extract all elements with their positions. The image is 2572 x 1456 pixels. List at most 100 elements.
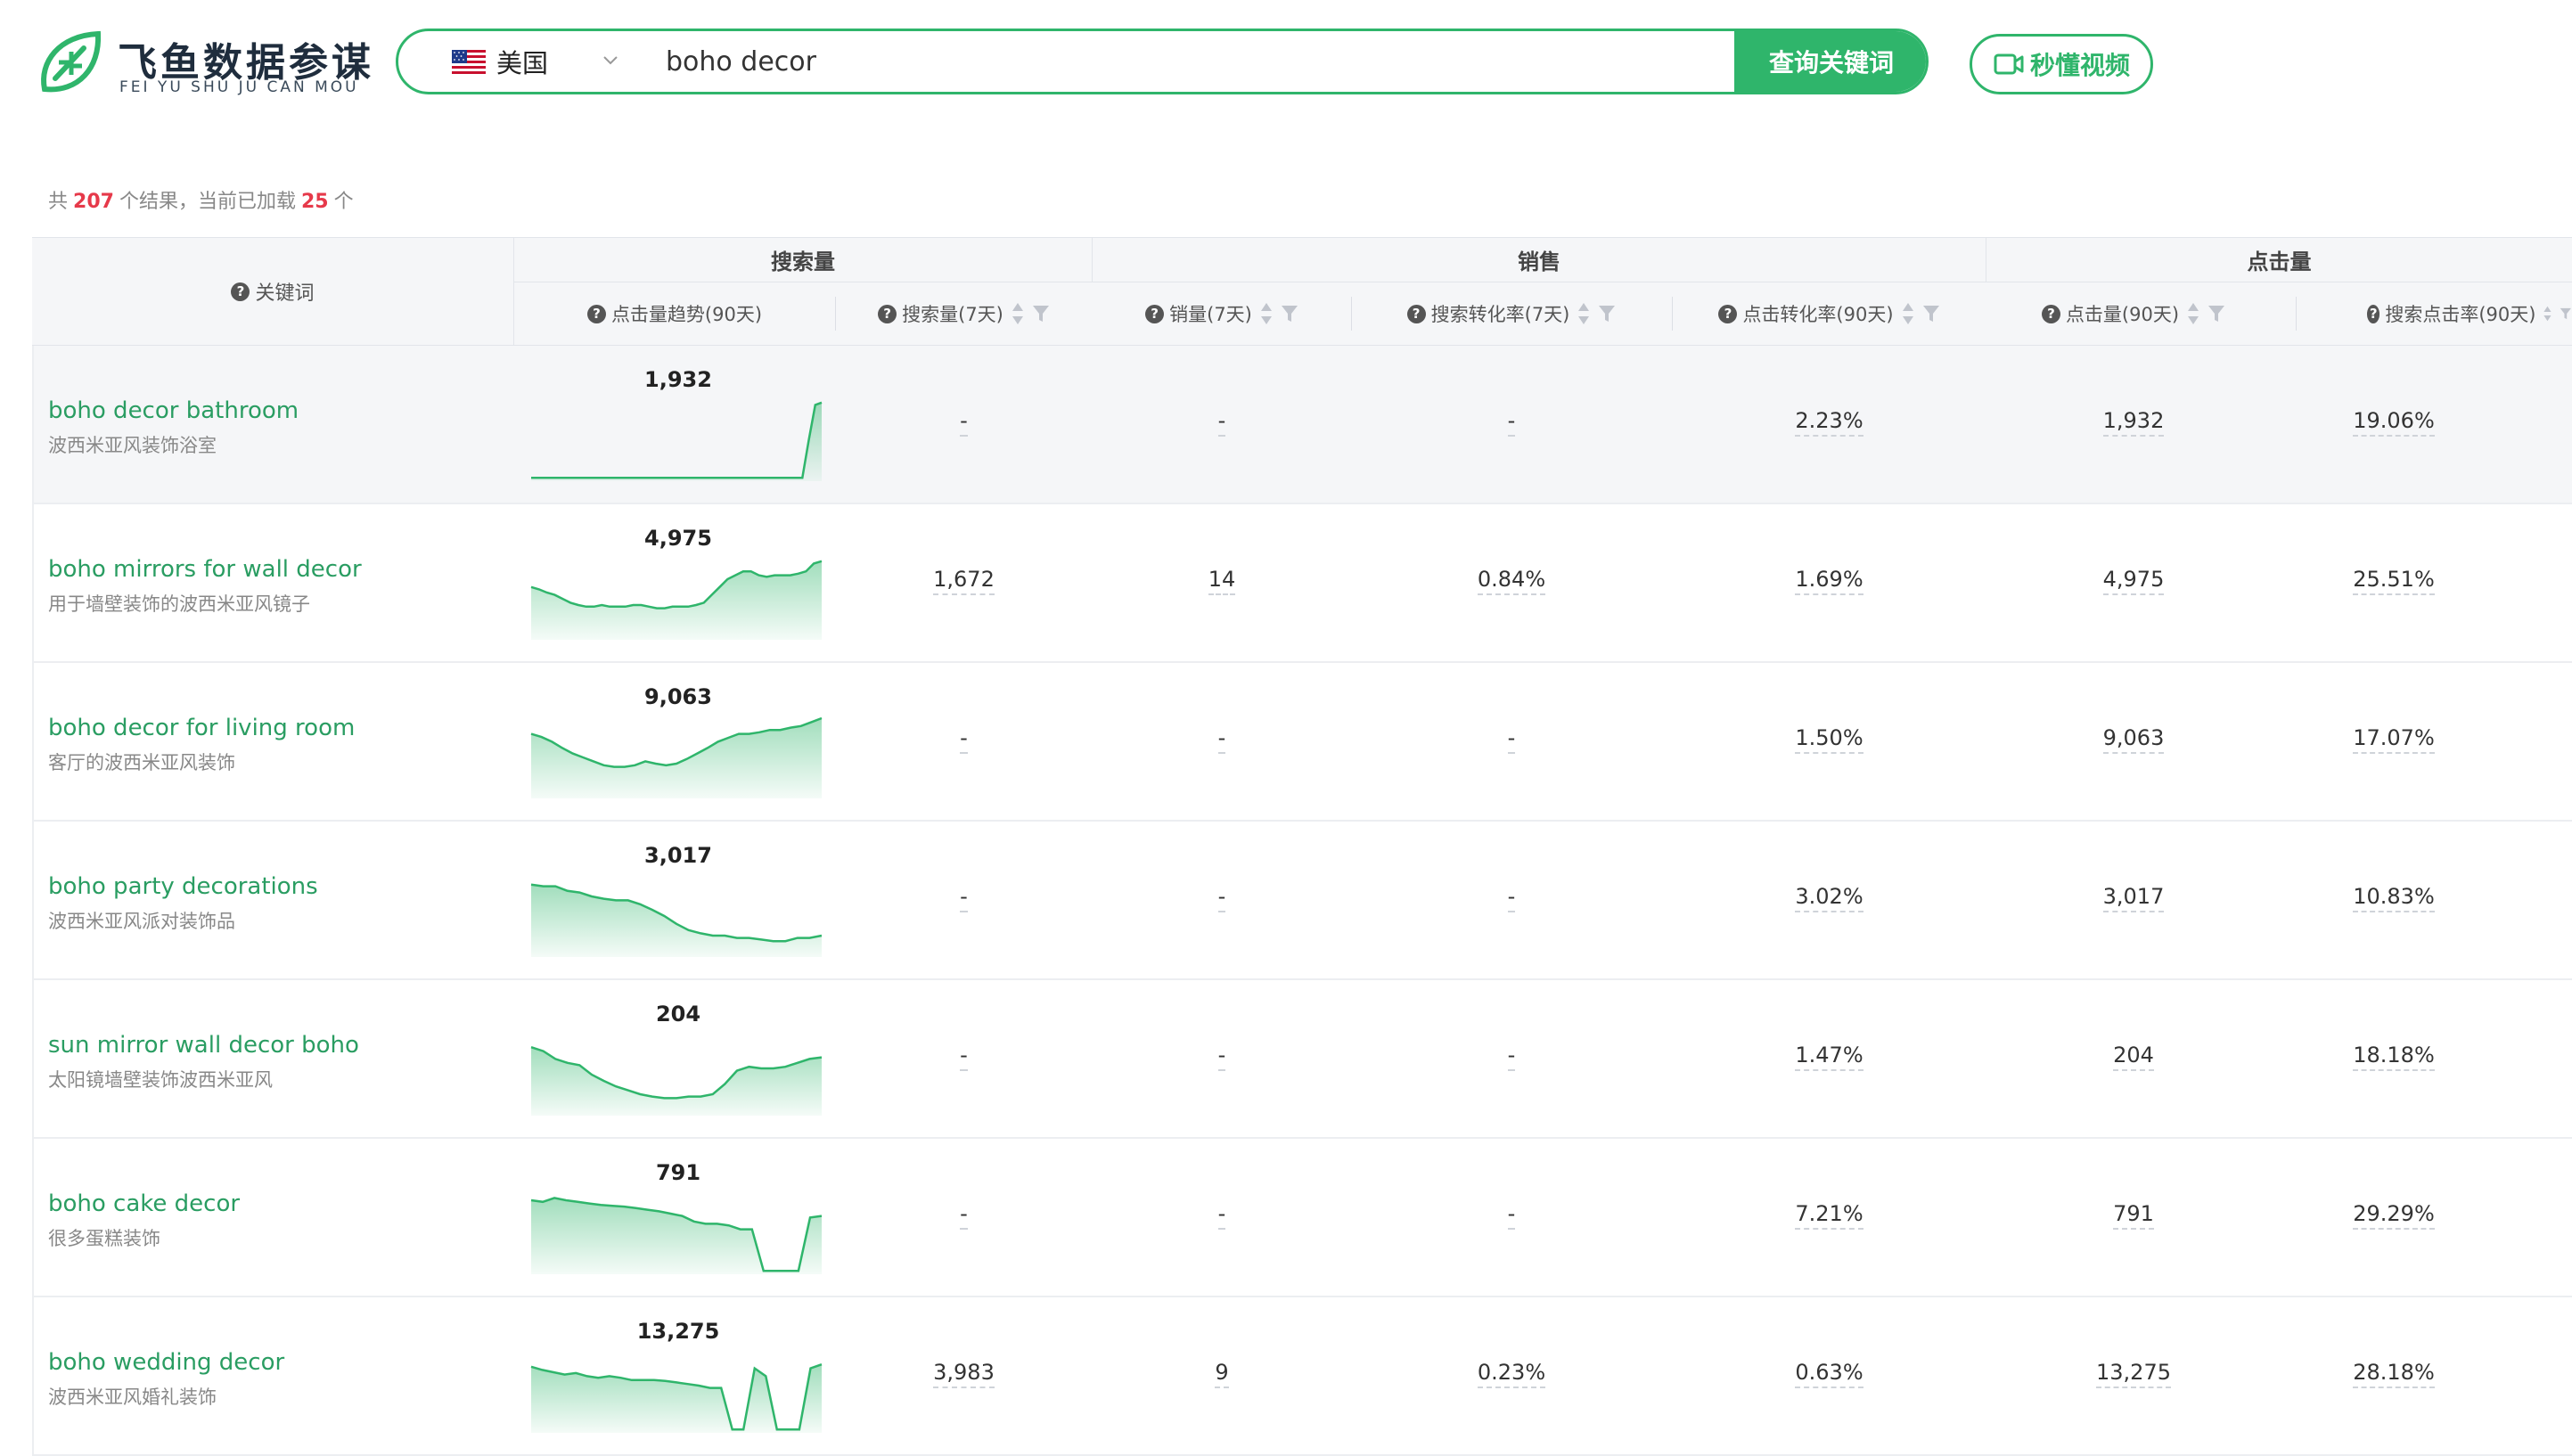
query-keyword-button[interactable]: 查询关键词 [1734,31,1926,92]
column-search7[interactable]: ? 搜索量(7天) [835,282,1093,345]
cell-value: 1.50% [1795,725,1863,754]
keyword-translation: 客厅的波西米亚风装饰 [48,752,235,773]
sort-icon[interactable] [1259,300,1274,327]
filter-icon[interactable] [2207,304,2225,323]
cell-sales7: - [1093,884,1351,912]
row-border [32,663,34,820]
cell-conv7: - [1351,1201,1672,1230]
trend-value: 9,063 [644,684,712,709]
click-trend-sparkline[interactable] [529,1190,823,1276]
group-search-volume: 搜索量 [514,238,1093,282]
keyword-link[interactable]: sun mirror wall decor boho [48,1032,359,1059]
sort-icon[interactable] [1011,300,1025,327]
help-icon[interactable]: ? [231,282,250,301]
cell-clickconv90: 0.63% [1672,1360,1986,1388]
chevron-down-icon[interactable] [602,51,619,69]
sparkline-area [531,1364,822,1433]
cell-value: 1,672 [933,567,995,595]
column-clickconv90-label: 点击转化率(90天) [1742,304,1894,325]
row-border [32,1297,34,1454]
sort-icon[interactable] [1577,300,1591,327]
cell-clicks90: 9,063 [1986,725,2281,754]
cell-clicks90: 13,275 [1986,1360,2281,1388]
cell-value: 9 [1215,1360,1229,1388]
keyword-translation: 波西米亚风装饰浴室 [48,435,217,456]
column-search7-label: 搜索量(7天) [902,304,1003,325]
keyword-link[interactable]: boho party decorations [48,873,318,900]
help-icon[interactable]: ? [586,304,606,323]
country-label: 美国 [496,48,549,78]
filter-icon[interactable] [1281,304,1298,323]
column-ctr90[interactable]: ? 搜索点击率(90天) [2296,282,2572,345]
keyword-table: ? 关键词 搜索量 销售 点击量 ? 点击量趋势(90天) ? 搜索量(7天) ? 销… [32,237,2572,1456]
sort-icon[interactable] [2543,300,2552,327]
cell-sales7: - [1093,725,1351,754]
help-icon[interactable]: ? [2041,304,2060,323]
help-icon[interactable]: ? [878,304,897,323]
filter-icon[interactable] [1032,304,1050,323]
column-clickconv90[interactable]: ? 点击转化率(90天) [1672,282,1986,345]
page: 飞鱼数据参谋 FEI YU SHU JU CAN MOU 美国 查询关键词 [0,0,2572,1456]
video-help-button[interactable]: 秒懂视频 [1970,34,2153,94]
cell-conv7: - [1351,1043,1672,1071]
column-clicks90[interactable]: ? 点击量(90天) [1986,282,2281,345]
video-camera-icon [1994,53,2024,75]
brand-subtitle: FEI YU SHU JU CAN MOU [119,78,359,96]
cell-value: 0.63% [1795,1360,1863,1388]
trend-value: 4,975 [644,526,712,551]
keyword-link[interactable]: boho cake decor [48,1190,240,1217]
row-border [32,504,34,661]
sort-icon[interactable] [1901,300,1915,327]
keyword-link[interactable]: boho decor bathroom [48,397,299,424]
trend-value: 3,017 [644,843,712,868]
click-trend-sparkline[interactable] [529,715,823,800]
search-input[interactable] [657,31,1619,92]
cell-value: 14 [1208,567,1236,595]
column-sales7-label: 销量(7天) [1169,304,1252,325]
trend-value: 204 [655,1002,701,1027]
keyword-link[interactable]: boho mirrors for wall decor [48,556,362,583]
help-icon[interactable]: ? [1718,304,1738,323]
result-loaded: 25 [300,191,329,213]
help-icon[interactable]: ? [1145,304,1165,323]
filter-icon[interactable] [1922,304,1940,323]
table-row: boho decor for living room 客厅的波西米亚风装饰 9,06… [32,663,2572,822]
keyword-link[interactable]: boho decor for living room [48,715,355,741]
filter-icon[interactable] [1598,304,1616,323]
help-icon[interactable]: ? [1406,304,1426,323]
help-icon[interactable]: ? [2367,304,2380,323]
video-button-label: 秒懂视频 [2029,51,2130,80]
brand-logo[interactable]: 飞鱼数据参谋 FEI YU SHU JU CAN MOU [32,27,371,102]
cell-ctr90: 25.51% [2296,567,2492,595]
cell-value: 0.23% [1477,1360,1546,1388]
trend-value: 13,275 [636,1319,720,1344]
cell-value: 791 [2113,1201,2154,1230]
result-total: 207 [73,191,114,213]
group-clicks: 点击量 [1986,238,2572,282]
click-trend-sparkline[interactable] [529,1349,823,1435]
cell-value: 1.69% [1795,567,1863,595]
click-trend-sparkline[interactable] [529,556,823,642]
cell-value: - [1217,408,1226,437]
table-body: boho decor bathroom 波西米亚风装饰浴室 1,932 - - - 2.23… [32,346,2572,1456]
cell-value: - [1217,884,1226,912]
cell-value: 18.18% [2353,1043,2435,1071]
cell-search7: - [835,1043,1093,1071]
cell-search7: - [835,1201,1093,1230]
keyword-link[interactable]: boho wedding decor [48,1349,284,1376]
column-conv7-label: 搜索转化率(7天) [1430,304,1570,325]
cell-clickconv90: 1.50% [1672,725,1986,754]
click-trend-sparkline[interactable] [529,397,823,483]
column-sales7[interactable]: ? 销量(7天) [1093,282,1351,345]
cell-value: - [960,1201,968,1230]
click-trend-sparkline[interactable] [529,873,823,959]
cell-value: 2.23% [1795,408,1863,437]
sort-icon[interactable] [2186,300,2200,327]
click-trend-sparkline[interactable] [529,1032,823,1117]
cell-value: - [1217,1043,1226,1071]
filter-icon[interactable] [2560,304,2572,323]
column-conv7[interactable]: ? 搜索转化率(7天) [1351,282,1672,345]
cell-sales7: 14 [1093,567,1351,595]
cell-ctr90: 19.06% [2296,408,2492,437]
cell-value: 7.21% [1795,1201,1863,1230]
